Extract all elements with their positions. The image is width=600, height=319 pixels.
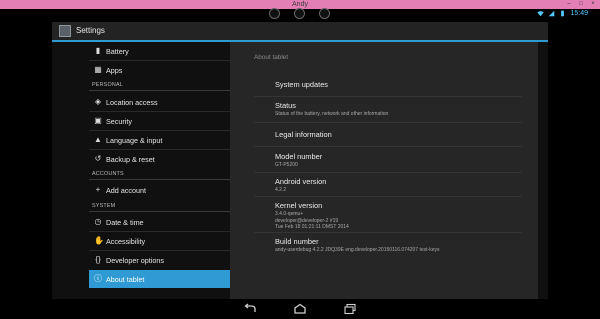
item-subtitle: andy-userdebug 4.2.2 JDQ39E eng.develope… — [275, 247, 440, 253]
list-item-status[interactable]: Status Status of the battery, network an… — [275, 101, 388, 118]
add-icon: + — [95, 185, 101, 194]
section-header-system: SYSTEM — [92, 203, 116, 209]
keyboard-icon: ▲ — [94, 135, 102, 144]
sidebar-item-apps[interactable]: ▦ Apps — [89, 61, 230, 79]
sidebar-item-label: Backup & reset — [106, 155, 155, 164]
item-subtitle: GT-P5200 — [275, 162, 298, 168]
list-item-system-updates[interactable]: System updates — [275, 80, 328, 89]
battery-status-icon — [561, 10, 565, 17]
divider — [254, 172, 522, 173]
sidebar-item-label: Add account — [106, 186, 146, 195]
circle-button-icon[interactable] — [294, 8, 305, 19]
circle-button-icon[interactable] — [269, 8, 280, 19]
divider — [89, 179, 230, 180]
sidebar-item-label: Location access — [106, 98, 158, 107]
sidebar-item-accessibility[interactable]: ✋ Accessibility — [89, 232, 230, 250]
sidebar-item-about-tablet[interactable]: ⓘ About tablet — [89, 270, 230, 288]
item-subtitle: Status of the battery, network and other… — [275, 111, 389, 117]
settings-sidebar: ▮ Battery ▦ Apps PERSONAL ◈ Location acc… — [89, 42, 230, 299]
status-bar: 15:49 — [0, 8, 600, 22]
list-item-kernel-version: Kernel version 3.4.0-qemu+ developer@dev… — [275, 201, 349, 231]
item-title: Legal information — [275, 130, 332, 139]
sidebar-item-label: Developer options — [106, 256, 164, 265]
recents-icon[interactable] — [343, 303, 357, 315]
breadcrumb: About tablet — [254, 54, 289, 61]
section-header-personal: PERSONAL — [92, 82, 123, 88]
circle-button-icon[interactable] — [319, 8, 330, 19]
divider — [254, 146, 522, 147]
minimize-icon[interactable]: – — [566, 1, 572, 7]
signal-icon — [549, 10, 555, 17]
braces-icon: {} — [95, 255, 101, 264]
sidebar-item-label: Language & input — [106, 136, 163, 145]
info-icon: ⓘ — [94, 274, 102, 283]
sidebar-item-date-time[interactable]: ◷ Date & time — [89, 213, 230, 231]
backup-icon: ↺ — [94, 154, 102, 163]
list-item-android-version[interactable]: Android version 4.2.2 — [275, 177, 326, 194]
settings-app-icon[interactable] — [59, 25, 71, 37]
divider — [89, 211, 230, 212]
page-title: Settings — [76, 26, 105, 35]
item-title: Build number — [275, 237, 319, 246]
item-subtitle: 4.2.2 — [275, 187, 287, 193]
sidebar-item-battery[interactable]: ▮ Battery — [89, 42, 230, 60]
status-time: 15:49 — [570, 10, 588, 17]
sidebar-item-security[interactable]: ▣ Security — [89, 112, 230, 130]
divider — [254, 122, 522, 123]
list-item-legal-information[interactable]: Legal information — [275, 130, 332, 139]
apps-icon: ▦ — [94, 65, 102, 74]
item-title: Kernel version — [275, 201, 323, 210]
section-header-accounts: ACCOUNTS — [92, 171, 124, 177]
close-icon[interactable]: × — [590, 1, 596, 7]
item-title: Android version — [275, 177, 327, 186]
battery-icon: ▮ — [95, 46, 101, 55]
item-subtitle: Tue Feb 18 01:21:11 DMST 2014 — [275, 224, 349, 230]
divider — [254, 196, 522, 197]
about-tablet-panel: About tablet System updates Status Statu… — [230, 42, 538, 299]
sidebar-item-label: Apps — [106, 66, 123, 75]
divider — [254, 96, 522, 97]
home-icon[interactable] — [293, 303, 307, 315]
item-title: Status — [275, 101, 296, 110]
sidebar-item-label: Date & time — [106, 218, 144, 227]
lock-icon: ▣ — [94, 116, 102, 125]
item-title: Model number — [275, 152, 323, 161]
sidebar-item-language-input[interactable]: ▲ Language & input — [89, 131, 230, 149]
sidebar-item-label: About tablet — [106, 275, 145, 284]
list-item-model-number: Model number GT-P5200 — [275, 152, 322, 169]
list-item-build-number[interactable]: Build number andy-userdebug 4.2.2 JDQ39E… — [275, 237, 439, 254]
sidebar-item-label: Security — [106, 117, 132, 126]
navigation-bar — [0, 299, 600, 319]
sidebar-item-add-account[interactable]: + Add account — [89, 181, 230, 199]
sidebar-item-location-access[interactable]: ◈ Location access — [89, 93, 230, 111]
wifi-icon — [537, 11, 545, 17]
sidebar-item-backup-reset[interactable]: ↺ Backup & reset — [89, 150, 230, 168]
sidebar-item-developer-options[interactable]: {} Developer options — [89, 251, 230, 269]
divider — [89, 90, 230, 91]
sidebar-item-label: Battery — [106, 47, 129, 56]
maximize-icon[interactable]: □ — [578, 1, 584, 7]
action-bar: Settings — [52, 22, 548, 40]
window-controls-decoration — [263, 8, 335, 19]
back-icon[interactable] — [243, 303, 257, 315]
divider — [254, 232, 522, 233]
item-title: System updates — [275, 80, 328, 89]
clock-icon: ◷ — [94, 217, 102, 226]
location-icon: ◈ — [94, 97, 102, 106]
sidebar-item-label: Accessibility — [106, 237, 146, 246]
hand-icon: ✋ — [94, 236, 104, 245]
